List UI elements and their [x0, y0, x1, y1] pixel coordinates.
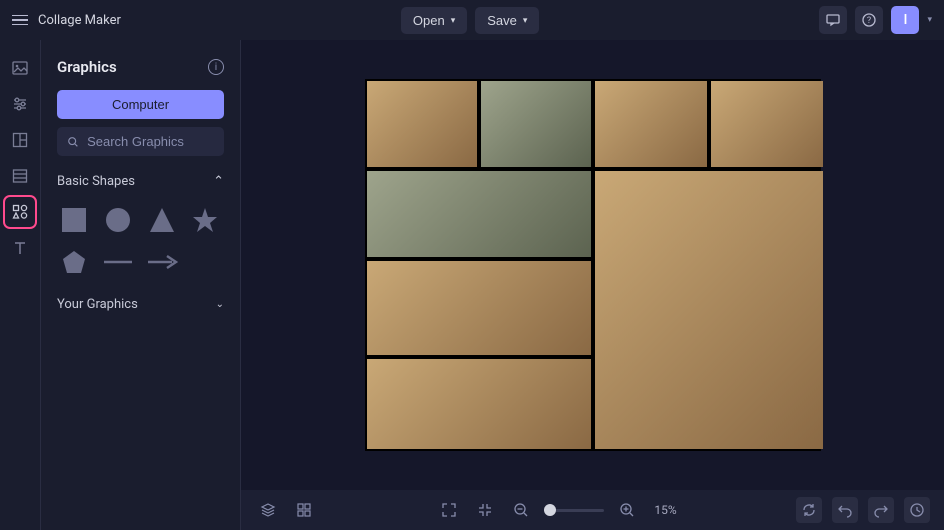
- text-icon: [11, 239, 29, 257]
- expand-icon: [441, 502, 457, 518]
- rail-image[interactable]: [6, 54, 34, 82]
- collage-canvas[interactable]: [365, 79, 821, 451]
- sliders-icon: [11, 95, 29, 113]
- svg-text:?: ?: [867, 16, 871, 26]
- grid-button[interactable]: [291, 497, 317, 523]
- help-icon: ?: [861, 12, 877, 28]
- history-button[interactable]: [904, 497, 930, 523]
- shape-triangle[interactable]: [145, 203, 179, 237]
- layers-button[interactable]: [255, 497, 281, 523]
- chevron-down-icon: ▾: [523, 15, 528, 26]
- info-icon[interactable]: i: [208, 59, 224, 75]
- fit-button[interactable]: [472, 497, 498, 523]
- open-label: Open: [413, 13, 445, 28]
- basic-shapes-header[interactable]: Basic Shapes ⌃: [57, 170, 224, 193]
- app-title: Collage Maker: [38, 13, 121, 28]
- tool-rail: [0, 40, 41, 530]
- basic-shapes-label: Basic Shapes: [57, 174, 135, 189]
- search-input[interactable]: [87, 134, 214, 149]
- collage-tile[interactable]: [711, 81, 823, 167]
- shape-square[interactable]: [57, 203, 91, 237]
- graphics-panel: Graphics i Computer Basic Shapes ⌃ Your …: [41, 40, 241, 530]
- refresh-icon: [801, 502, 817, 518]
- layout-icon: [11, 131, 29, 149]
- undo-button[interactable]: [832, 497, 858, 523]
- table-icon: [11, 167, 29, 185]
- comments-button[interactable]: [819, 6, 847, 34]
- chevron-down-icon[interactable]: ▾: [927, 15, 932, 25]
- help-button[interactable]: ?: [855, 6, 883, 34]
- rail-graphics[interactable]: [6, 198, 34, 226]
- shape-circle[interactable]: [101, 203, 135, 237]
- zoom-out-icon: [513, 502, 529, 518]
- menu-button[interactable]: [12, 15, 28, 26]
- collage-tile[interactable]: [367, 359, 591, 449]
- chevron-down-icon: ▾: [451, 15, 456, 26]
- shape-star[interactable]: [188, 203, 222, 237]
- open-button[interactable]: Open ▾: [401, 7, 467, 34]
- collage-tile[interactable]: [367, 171, 591, 257]
- save-button[interactable]: Save ▾: [475, 7, 539, 34]
- undo-icon: [837, 502, 853, 518]
- chevron-down-icon: ⌄: [216, 299, 224, 310]
- zoom-in-button[interactable]: [614, 497, 640, 523]
- shape-pentagon[interactable]: [57, 245, 91, 279]
- redo-button[interactable]: [868, 497, 894, 523]
- chevron-up-icon: ⌃: [213, 174, 224, 189]
- collage-tile[interactable]: [367, 261, 591, 355]
- zoom-value: 15%: [654, 503, 676, 517]
- slider-thumb[interactable]: [544, 504, 556, 516]
- image-icon: [11, 59, 29, 77]
- layers-icon: [260, 502, 276, 518]
- zoom-in-icon: [619, 502, 635, 518]
- bottom-bar: 15%: [241, 490, 944, 530]
- compress-icon: [477, 502, 493, 518]
- save-label: Save: [487, 13, 517, 28]
- rail-text[interactable]: [6, 234, 34, 262]
- shape-arrow[interactable]: [145, 245, 179, 279]
- your-graphics-header[interactable]: Your Graphics ⌄: [57, 293, 224, 316]
- computer-button[interactable]: Computer: [57, 90, 224, 119]
- zoom-slider[interactable]: [544, 509, 604, 512]
- panel-title: Graphics: [57, 58, 117, 76]
- comment-icon: [825, 12, 841, 28]
- compare-button[interactable]: [796, 497, 822, 523]
- fullscreen-button[interactable]: [436, 497, 462, 523]
- rail-adjust[interactable]: [6, 90, 34, 118]
- rail-templates[interactable]: [6, 162, 34, 190]
- collage-tile[interactable]: [481, 81, 591, 167]
- canvas-viewport[interactable]: [241, 40, 944, 490]
- rail-layout[interactable]: [6, 126, 34, 154]
- collage-tile[interactable]: [595, 171, 823, 449]
- history-icon: [909, 502, 925, 518]
- collage-tile[interactable]: [595, 81, 707, 167]
- collage-tile[interactable]: [367, 81, 477, 167]
- user-avatar[interactable]: I: [891, 6, 919, 34]
- zoom-out-button[interactable]: [508, 497, 534, 523]
- redo-icon: [873, 502, 889, 518]
- search-graphics[interactable]: [57, 127, 224, 156]
- your-graphics-label: Your Graphics: [57, 297, 138, 312]
- graphics-icon: [11, 203, 29, 221]
- search-icon: [67, 135, 79, 149]
- shape-line[interactable]: [101, 245, 135, 279]
- grid-icon: [296, 502, 312, 518]
